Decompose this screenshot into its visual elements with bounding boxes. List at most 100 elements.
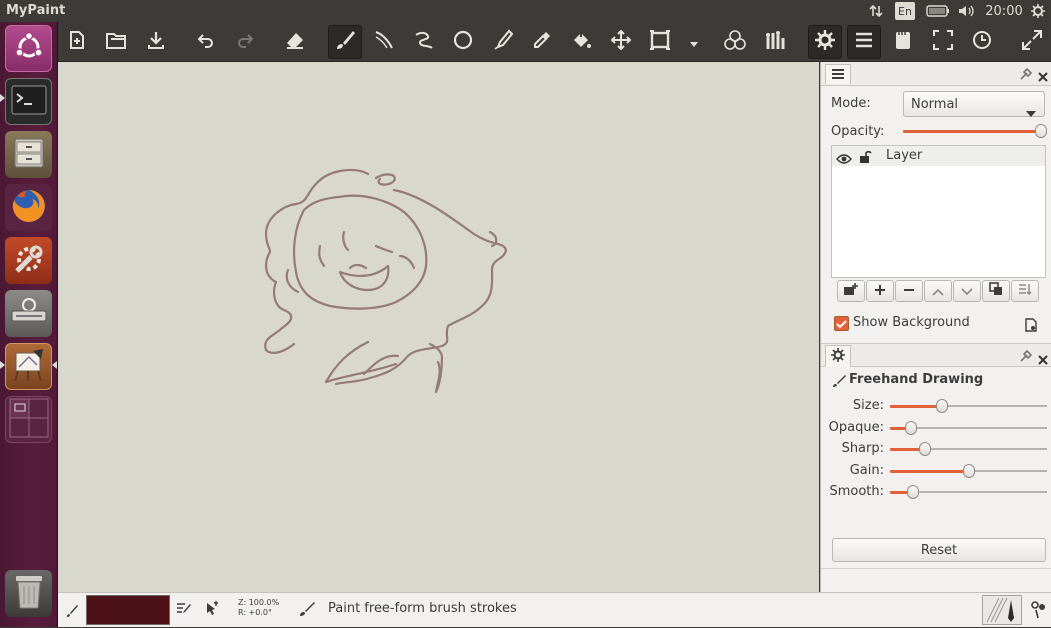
brush-slider-knob[interactable] — [936, 399, 948, 413]
tool-options-tab[interactable] — [825, 345, 851, 367]
pen-button[interactable] — [486, 25, 520, 59]
brush-slider-knob[interactable] — [905, 421, 917, 435]
clock[interactable]: 20:00 — [985, 2, 1023, 20]
launcher — [0, 22, 58, 627]
color-circles-icon — [723, 29, 747, 55]
fullscreen-button[interactable] — [926, 25, 960, 59]
trash-icon — [13, 573, 45, 615]
duplicate-layer-button[interactable] — [982, 280, 1010, 302]
history-button[interactable] — [965, 25, 999, 59]
fullscreen-icon — [932, 29, 954, 55]
workspace-switcher-launcher[interactable] — [5, 396, 52, 443]
layers-tab[interactable] — [825, 64, 851, 84]
side-panel: Mode: Normal Opacity: Layer Show Backgro… — [820, 62, 1051, 592]
files-launcher[interactable] — [5, 131, 52, 178]
layer-row[interactable]: Layer — [832, 146, 1045, 166]
move-icon — [610, 29, 632, 55]
ellipse-button[interactable] — [446, 25, 480, 59]
move-layer-down-button[interactable] — [953, 280, 981, 302]
scratchpad-icon — [892, 29, 914, 55]
trash-launcher[interactable] — [5, 570, 52, 617]
brush-set-button[interactable] — [758, 25, 792, 59]
brush-slider-label: Sharp: — [841, 441, 884, 456]
freehand-brush-icon — [299, 601, 315, 621]
volume-icon[interactable] — [957, 2, 977, 20]
keyboard-layout-indicator[interactable]: En — [895, 2, 915, 20]
network-arrows-icon[interactable] — [866, 2, 886, 20]
save-button[interactable] — [139, 25, 173, 59]
unlock-icon[interactable] — [858, 149, 872, 168]
new-button[interactable] — [60, 25, 94, 59]
scratchpad-button[interactable] — [886, 25, 920, 59]
system-settings-launcher[interactable] — [5, 237, 52, 284]
chevron-down-icon — [1026, 102, 1036, 121]
freehand-brush-button[interactable] — [328, 25, 362, 59]
main-toolbar — [58, 22, 1051, 62]
brush-slider-fill — [890, 405, 940, 408]
terminal-launcher[interactable] — [5, 78, 52, 125]
expand-button[interactable] — [1015, 25, 1049, 59]
more-tools-dropdown[interactable] — [684, 25, 704, 59]
frame-button[interactable] — [643, 25, 677, 59]
redo-button[interactable] — [228, 25, 262, 59]
brush-history-icon[interactable] — [1030, 600, 1046, 624]
brush-slider-knob[interactable] — [907, 485, 919, 499]
open-button[interactable] — [99, 25, 133, 59]
color-circles-button[interactable] — [718, 25, 752, 59]
color-picker-icon — [531, 29, 553, 55]
chevron-up-icon — [932, 282, 944, 300]
visibility-eye-icon[interactable] — [836, 150, 852, 169]
close-panel-icon[interactable] — [1038, 67, 1048, 86]
reset-button[interactable]: Reset — [832, 538, 1046, 562]
detach-panel-icon[interactable] — [1019, 348, 1033, 367]
opacity-slider-knob[interactable] — [1035, 124, 1047, 138]
pick-brush-icon[interactable] — [204, 600, 220, 620]
status-message: Paint free-form brush strokes — [328, 601, 517, 616]
battery-icon[interactable] — [925, 2, 951, 20]
eraser-button[interactable] — [278, 25, 312, 59]
ubuntu-dash-button[interactable] — [5, 25, 52, 72]
undo-icon — [196, 30, 216, 54]
firefox-launcher[interactable] — [5, 184, 52, 231]
connected-lines-button[interactable] — [407, 25, 441, 59]
brush-editor-icon[interactable] — [176, 601, 192, 621]
pen-icon — [492, 29, 514, 55]
fill-button[interactable] — [564, 25, 598, 59]
brush-slider-knob[interactable] — [963, 464, 975, 478]
settings-button[interactable] — [808, 25, 842, 59]
undo-button[interactable] — [189, 25, 223, 59]
system-gear-icon[interactable] — [1029, 2, 1047, 20]
color-picker-button[interactable] — [525, 25, 559, 59]
mypaint-launcher[interactable] — [5, 343, 52, 390]
freehand-brush-icon — [334, 29, 356, 55]
opacity-slider-fill — [903, 130, 1037, 133]
blend-mode-select[interactable]: Normal — [903, 91, 1045, 117]
detach-panel-icon[interactable] — [1019, 66, 1033, 85]
move-layer-up-button[interactable] — [924, 280, 952, 302]
brush-slider-row: Smooth: — [821, 483, 1051, 501]
brush-slider-knob[interactable] — [919, 442, 931, 456]
checkmark-icon — [836, 314, 847, 333]
layer-properties-button[interactable] — [1011, 280, 1039, 302]
more-dropdown-icon — [689, 33, 699, 52]
show-background-checkbox[interactable] — [834, 316, 849, 331]
close-panel-icon[interactable] — [1038, 350, 1048, 369]
opacity-slider[interactable] — [903, 124, 1047, 140]
blend-mode-value: Normal — [911, 97, 959, 112]
brush-slider-label: Gain: — [849, 463, 884, 478]
brush-preview-thumbnail[interactable] — [982, 595, 1022, 625]
new-icon — [67, 30, 87, 54]
add-layer-button[interactable] — [866, 280, 894, 302]
mypaint-easel-icon — [11, 347, 47, 387]
brush-slider-fill — [890, 470, 967, 473]
move-button[interactable] — [604, 25, 638, 59]
app-title: MyPaint — [6, 3, 66, 18]
add-layer-group-button[interactable] — [837, 280, 865, 302]
current-color-swatch[interactable] — [86, 595, 170, 625]
removable-drive-launcher[interactable] — [5, 290, 52, 337]
main-menu-button[interactable] — [847, 25, 881, 59]
drawing-canvas[interactable] — [58, 62, 819, 592]
remove-layer-button[interactable] — [895, 280, 923, 302]
background-chooser-icon[interactable] — [1024, 317, 1038, 336]
inking-button[interactable] — [367, 25, 401, 59]
